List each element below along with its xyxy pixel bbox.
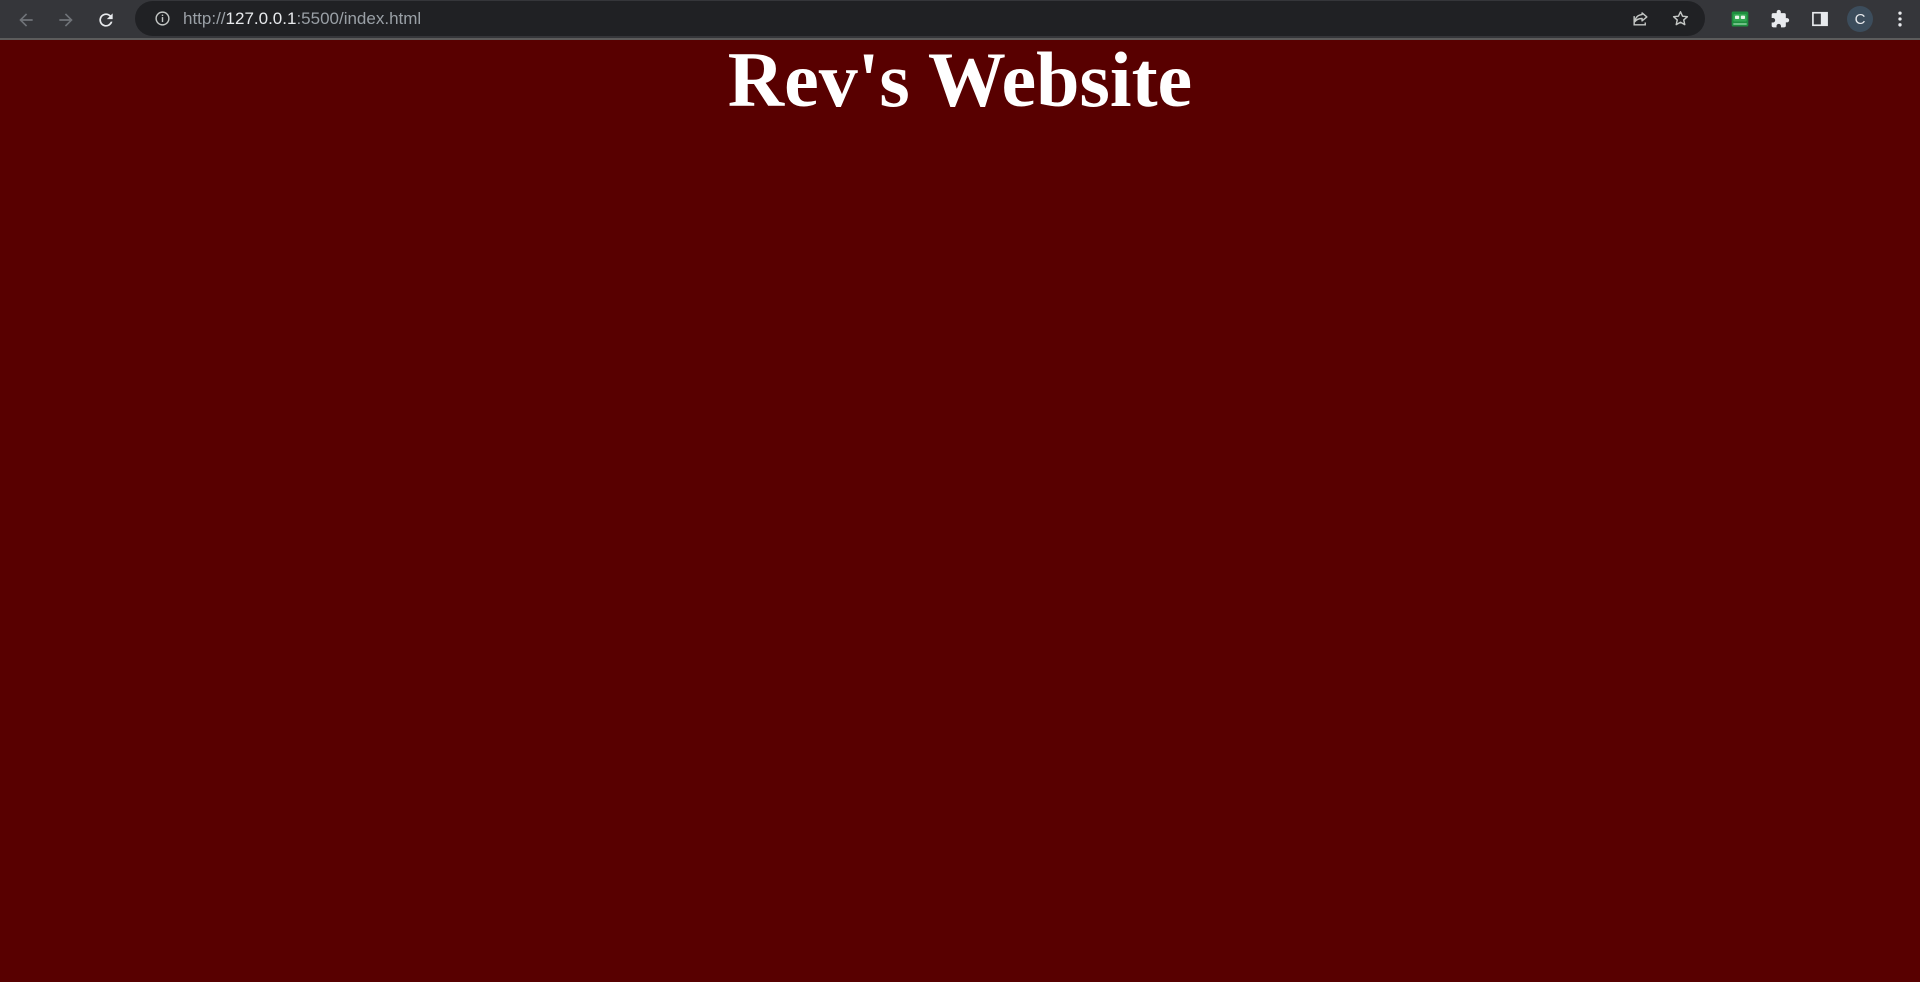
avatar: C xyxy=(1847,6,1873,32)
star-icon xyxy=(1672,11,1688,26)
extension-badge-button[interactable] xyxy=(1720,0,1760,38)
back-button[interactable] xyxy=(6,0,46,40)
browser-toolbar: http://127.0.0.1:5500/index.html C xyxy=(0,0,1920,40)
forward-button[interactable] xyxy=(46,0,86,40)
puzzle-icon xyxy=(1771,9,1790,28)
share-button[interactable] xyxy=(1627,6,1653,32)
extension-badge-icon xyxy=(1731,11,1749,27)
profile-button[interactable]: C xyxy=(1840,0,1880,38)
url-host: 127.0.0.1 xyxy=(225,8,297,28)
side-panel-button[interactable] xyxy=(1800,0,1840,38)
extensions-button[interactable] xyxy=(1760,0,1800,38)
kebab-menu-icon xyxy=(1898,11,1902,27)
menu-button[interactable] xyxy=(1880,0,1920,38)
reload-button[interactable] xyxy=(86,0,126,40)
reload-icon xyxy=(99,13,113,27)
page-content: Rev's Website xyxy=(0,40,1920,982)
share-icon xyxy=(1632,12,1648,26)
info-icon[interactable] xyxy=(145,10,179,27)
url-scheme: http:// xyxy=(183,8,226,28)
arrow-left-icon xyxy=(19,13,33,27)
bookmark-button[interactable] xyxy=(1667,6,1693,32)
arrow-right-icon xyxy=(59,13,73,27)
url-text[interactable]: http://127.0.0.1:5500/index.html xyxy=(183,9,421,29)
side-panel-icon xyxy=(1812,11,1828,27)
url-path: :5500/index.html xyxy=(296,8,422,28)
address-bar[interactable]: http://127.0.0.1:5500/index.html xyxy=(135,1,1705,36)
page-title: Rev's Website xyxy=(727,36,1193,123)
